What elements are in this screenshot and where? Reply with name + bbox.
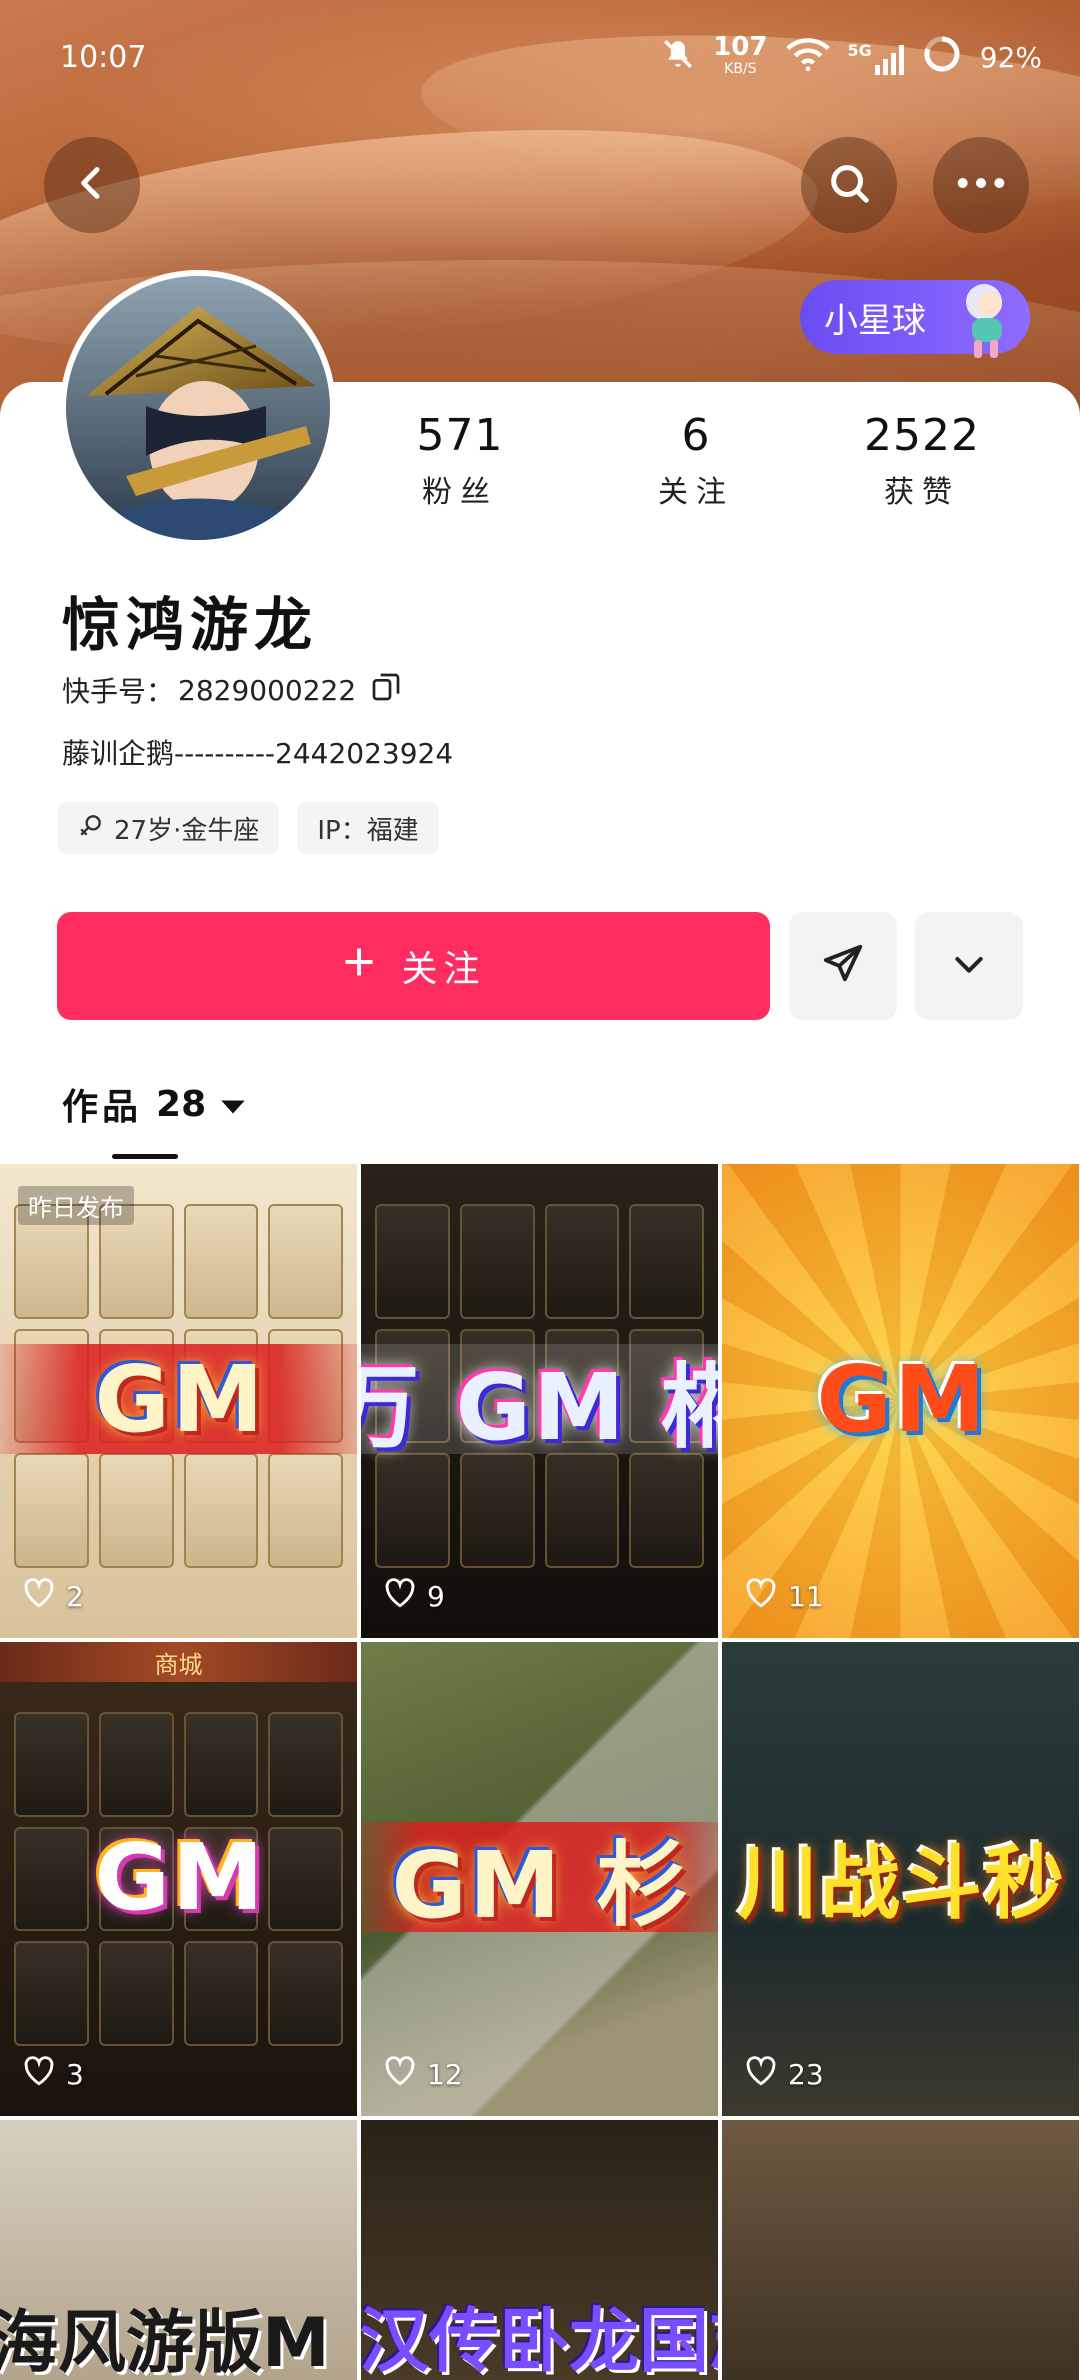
stat-likes-label: 获赞 (884, 475, 960, 510)
profile-name: 惊鸿游龙 (62, 591, 319, 659)
video-title: 海风游版M (0, 2304, 330, 2380)
video-likes: 2 (22, 1577, 84, 1616)
chevron-left-icon (72, 163, 112, 207)
ip-tag-text: IP：福建 (317, 815, 419, 846)
heart-icon (22, 1577, 56, 1616)
planet-mascot-icon (946, 274, 1026, 360)
video-tag: 昨日发布 (18, 1186, 134, 1225)
send-icon (820, 941, 866, 991)
stat-likes[interactable]: 2522 获赞 (822, 410, 1022, 511)
video-tile[interactable]: GM 昨日发布 2 (0, 1164, 357, 1638)
video-title: GM (94, 1823, 266, 1931)
status-bar: 10:07 107 KB/S 5G 92% (0, 0, 1080, 120)
heart-icon (744, 1577, 778, 1616)
stat-following-label: 关注 (658, 475, 734, 510)
age-tag: 27岁·金牛座 (58, 802, 280, 854)
stat-fans-value: 571 (416, 410, 504, 461)
heart-icon (383, 1577, 417, 1616)
video-tile[interactable]: 汉传卧龙国志吕布 (361, 2120, 718, 2380)
stat-following-value: 6 (681, 410, 711, 461)
search-icon (826, 160, 872, 210)
stat-following[interactable]: 6 关注 (596, 410, 796, 511)
video-likes: 23 (744, 2055, 824, 2094)
profile-stats: 571 粉丝 6 关注 2522 获赞 (360, 410, 1080, 540)
mute-icon (661, 37, 695, 78)
video-tile[interactable]: 海风游版M (0, 2120, 357, 2380)
share-button[interactable] (789, 912, 897, 1020)
avatar-image (66, 276, 330, 540)
battery-icon (922, 34, 962, 81)
kuaishou-id-value: 2829000222 (178, 673, 357, 707)
search-button[interactable] (801, 137, 897, 233)
network-speed: 107 KB/S (713, 31, 768, 77)
wifi-icon (785, 37, 830, 78)
profile-bio: 藤训企鹅----------2442023924 (62, 737, 454, 770)
tab-works-count: 28 (156, 1083, 207, 1125)
kuaishou-id: 快手号： 2829000222 (62, 670, 402, 710)
planet-badge[interactable]: 小星球 (800, 280, 1030, 358)
tab-indicator (112, 1154, 178, 1159)
tab-works-label: 作品 (62, 1087, 143, 1128)
video-title: GM 杉 (361, 1822, 718, 1939)
follow-button[interactable]: 关注 (57, 912, 770, 1020)
video-title: 汉传卧龙国志吕布 (361, 2300, 718, 2380)
video-likes: 9 (383, 1577, 445, 1616)
caret-down-icon (220, 1084, 246, 1125)
video-tile[interactable]: GM 杉 12 (361, 1642, 718, 2116)
follow-button-label: 关注 (401, 949, 486, 990)
more-button[interactable] (933, 137, 1029, 233)
video-likes: 3 (22, 2055, 84, 2094)
video-tile[interactable]: 川战斗秒 23 (722, 1642, 1079, 2116)
expand-button[interactable] (915, 912, 1023, 1020)
stat-likes-value: 2522 (864, 410, 980, 461)
chevron-down-icon (949, 944, 989, 988)
avatar[interactable] (60, 270, 336, 546)
video-tile[interactable]: 商城 GM 3 (0, 1642, 357, 2116)
heart-icon (744, 2055, 778, 2094)
more-horizontal-icon (956, 175, 1006, 195)
video-tile[interactable]: 万 GM 椛 9 (361, 1164, 718, 1638)
video-likes: 12 (383, 2055, 463, 2094)
stat-fans-label: 粉丝 (422, 475, 498, 510)
video-title: GM (816, 1345, 988, 1453)
video-likes: 11 (744, 1577, 824, 1616)
battery-level: 92% (979, 41, 1042, 74)
age-tag-text: 27岁·金牛座 (114, 815, 260, 846)
gender-icon (78, 812, 104, 845)
ip-tag: IP：福建 (297, 802, 439, 854)
heart-icon (22, 2055, 56, 2094)
back-button[interactable] (44, 137, 140, 233)
signal-icon: 5G (848, 41, 904, 75)
profile-tags: 27岁·金牛座 IP：福建 (58, 802, 439, 854)
plus-icon (341, 944, 377, 989)
video-tile[interactable] (722, 2120, 1079, 2380)
kuaishou-id-label: 快手号： (62, 675, 175, 708)
tab-works[interactable]: 作品 28 (62, 1078, 246, 1130)
heart-icon (383, 2055, 417, 2094)
stat-fans[interactable]: 571 粉丝 (360, 410, 560, 511)
status-time: 10:07 (60, 40, 147, 75)
copy-icon[interactable] (370, 671, 402, 710)
video-title: 万 GM 椛 (361, 1344, 718, 1461)
video-tile[interactable]: GM 11 (722, 1164, 1079, 1638)
shop-title: 商城 (0, 1642, 357, 1682)
video-title: GM (0, 1344, 357, 1454)
video-title: 川战斗秒 (738, 1837, 1066, 1930)
planet-badge-label: 小星球 (824, 300, 926, 341)
